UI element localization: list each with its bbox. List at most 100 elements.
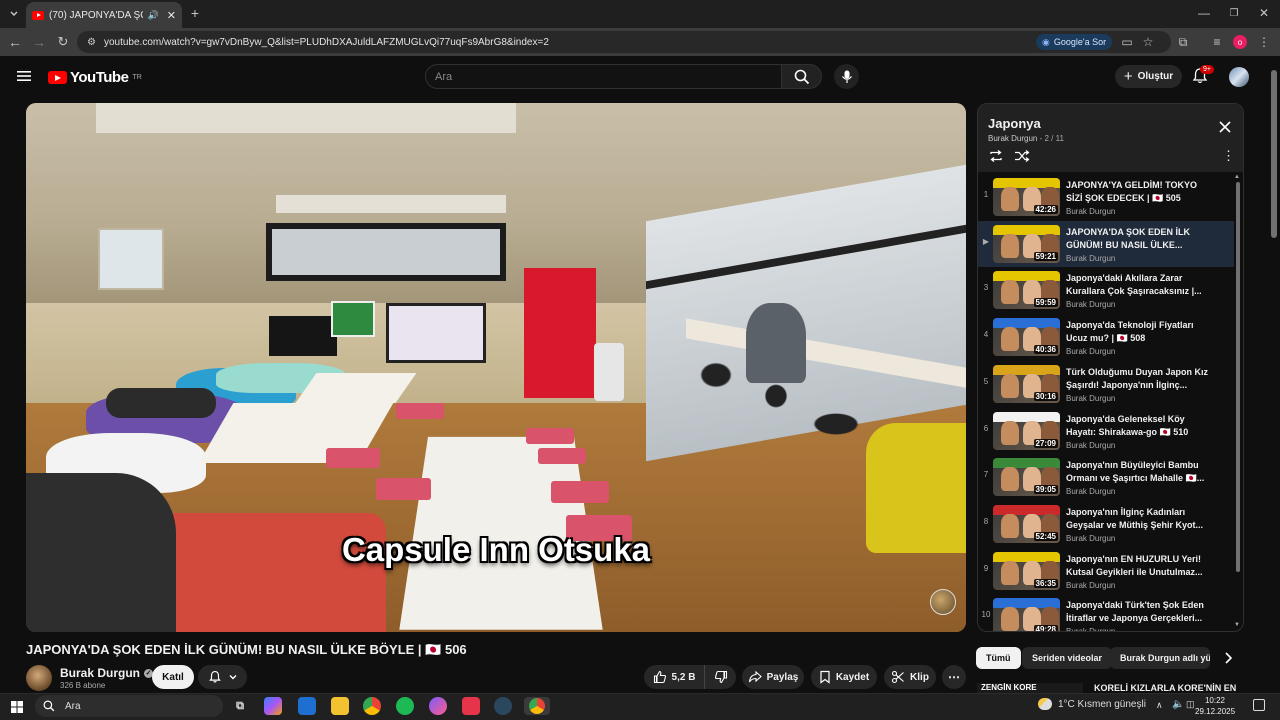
messenger-icon[interactable] [429, 697, 447, 715]
extensions-icon[interactable]: ⧉ [1176, 35, 1190, 49]
close-window-icon[interactable]: ✕ [1256, 6, 1272, 20]
playlist-more-icon[interactable]: ⋮ [1222, 149, 1235, 164]
page-scrollbar-thumb[interactable] [1271, 70, 1277, 238]
channel-avatar[interactable] [26, 665, 52, 691]
join-button[interactable]: Katıl [152, 665, 194, 689]
guide-menu-icon[interactable] [16, 69, 32, 83]
close-tab-icon[interactable]: ✕ [167, 9, 176, 22]
loop-playlist-icon[interactable] [988, 149, 1004, 163]
copilot-icon[interactable] [264, 697, 282, 715]
playlist-title[interactable]: Japonya [988, 116, 1041, 131]
dislike-button[interactable] [704, 665, 736, 689]
channel-name-link[interactable]: Burak Durgun ✓ [60, 666, 154, 680]
tab-list-icon[interactable] [6, 6, 22, 22]
subscription-notifications-button[interactable] [198, 665, 247, 689]
bookmark-icon [820, 670, 830, 684]
tray-overflow-icon[interactable]: ∧ [1156, 700, 1163, 711]
create-button[interactable]: + Oluştur [1115, 65, 1182, 88]
youtube-wordmark: YouTube [70, 69, 129, 86]
network-icon[interactable]: ◫ [1186, 699, 1195, 710]
browser-tab-strip: (70) JAPONYA'DA ŞOK EDEN İLK GÜNÜM! BU N… [0, 0, 1280, 28]
youtube-logo[interactable]: YouTube TR [48, 69, 142, 86]
playlist-scroll-down-icon[interactable]: ▼ [1234, 622, 1240, 628]
browser-tab-active[interactable]: (70) JAPONYA'DA ŞOK EDEN İLK GÜNÜM! BU N… [26, 2, 182, 28]
video-duration-badge: 59:59 [1033, 298, 1058, 308]
video-duration-badge: 36:35 [1033, 578, 1058, 588]
volume-icon[interactable]: 🔈 [1172, 699, 1184, 710]
playlist-item[interactable]: 3 59:59 Japonya'daki Akıllara Zarar Kurall… [978, 267, 1234, 313]
playlist-item-title: Japonya'da Teknoloji Fiyatları Ucuz mu? … [1066, 320, 1194, 344]
chip-series-videos[interactable]: Seriden videolar [1022, 647, 1113, 669]
site-info-icon[interactable]: ⚙ [87, 37, 96, 48]
forward-icon[interactable]: → [31, 34, 47, 50]
playlist-item[interactable]: 9 36:35 Japonya'nın EN HUZURLU Yeri! Kutsa… [978, 548, 1234, 594]
playlist-scroll-up-icon[interactable]: ▲ [1234, 174, 1240, 180]
chip-by-channel[interactable]: Burak Durgun adlı yük [1110, 647, 1210, 669]
playlist-item[interactable]: 5 30:16 Türk Olduğumu Duyan Japon Kız Şaşı… [978, 361, 1234, 407]
back-icon[interactable]: ← [7, 34, 23, 50]
steam-like-icon[interactable] [494, 697, 512, 715]
minimize-window-icon[interactable]: — [1196, 6, 1212, 20]
more-actions-button[interactable]: ⋯ [942, 665, 966, 689]
share-button[interactable]: Paylaş [742, 665, 804, 689]
tab-title: (70) JAPONYA'DA ŞOK EDEN İLK GÜNÜM! BU N… [49, 9, 143, 21]
video-duration-badge: 40:36 [1033, 345, 1058, 355]
new-tab-icon[interactable]: + [188, 5, 202, 21]
address-bar[interactable]: ⚙ youtube.com/watch?v=gw7vDnByw_Q&list=P… [77, 31, 1171, 53]
windows-start-icon[interactable] [11, 700, 23, 713]
spotify-icon[interactable] [396, 697, 414, 715]
account-avatar[interactable] [1229, 67, 1249, 87]
playlist-item[interactable]: 10 49:28 Japonya'daki Türk'ten Şok Eden İt… [978, 594, 1234, 631]
search-input[interactable] [435, 70, 781, 83]
video-duration-badge: 49:28 [1033, 625, 1058, 631]
playlist-item[interactable]: 4 40:36 Japonya'da Teknoloji Fiyatları Ucu… [978, 314, 1234, 360]
playlist-item[interactable]: 7 39:05 Japonya'nın Büyüleyici Bambu Orman… [978, 454, 1234, 500]
reload-icon[interactable]: ↻ [55, 34, 71, 50]
taskbar-clock[interactable]: 10:22 29.12.2025 [1195, 695, 1235, 717]
search-button[interactable] [781, 64, 822, 89]
youtube-favicon-icon [32, 10, 44, 20]
playlist-owner[interactable]: Burak Durgun [988, 134, 1037, 143]
like-button[interactable]: 5,2 B [644, 665, 704, 689]
address-url: youtube.com/watch?v=gw7vDnByw_Q&list=PLU… [103, 36, 549, 48]
notifications-center-icon[interactable] [1253, 699, 1265, 711]
share-label: Paylaş [766, 671, 799, 683]
store-icon[interactable] [298, 697, 316, 715]
ask-google-button[interactable]: ◉ Google'a Sor [1036, 34, 1113, 50]
chip-all[interactable]: Tümü [976, 647, 1021, 669]
browser-menu-icon[interactable]: ⋮ [1258, 35, 1270, 49]
thumbnail-person [1001, 607, 1019, 631]
notifications-button[interactable]: 9+ [1191, 65, 1214, 87]
search-icon [43, 700, 55, 712]
chrome-icon[interactable] [363, 697, 381, 715]
video-player[interactable]: Capsule Inn Otsuka [26, 103, 966, 632]
thumbs-up-icon [653, 670, 666, 684]
task-view-icon[interactable]: ⧉ [231, 697, 249, 715]
bookmark-star-icon[interactable]: ☆ [1141, 35, 1155, 49]
playlist-item[interactable]: 1 42:26 JAPONYA'YA GELDİM! TOKYO SİZİ ŞOK … [978, 174, 1234, 220]
channel-watermark[interactable] [930, 589, 956, 615]
shuffle-playlist-icon[interactable] [1014, 149, 1030, 163]
thumbnail-person [1001, 327, 1019, 352]
share-icon [748, 670, 762, 683]
playlist-scrollbar-thumb[interactable] [1236, 182, 1240, 572]
taskbar-search[interactable]: Ara [35, 695, 223, 717]
recommended-video[interactable]: ZENGİN KORE KORELİ KIZLARLA KORE'NİN EN [977, 683, 1244, 693]
pocket-icon[interactable] [462, 697, 480, 715]
voice-search-button[interactable] [834, 64, 859, 89]
chrome-active-icon[interactable] [524, 697, 550, 715]
playlist-item[interactable]: 6 27:09 Japonya'da Geleneksel Köy Hayatı: … [978, 408, 1234, 454]
file-explorer-icon[interactable] [331, 697, 349, 715]
chips-next-icon[interactable] [1220, 650, 1236, 666]
close-playlist-icon[interactable] [1218, 120, 1232, 134]
playlist-item[interactable]: ▶ 59:21 JAPONYA'DA ŞOK EDEN İLK GÜNÜM! BU … [978, 220, 1234, 267]
restore-window-icon[interactable]: ❐ [1226, 6, 1242, 20]
audio-playing-icon[interactable]: 🔊 [148, 10, 159, 21]
save-button[interactable]: Kaydet [811, 665, 877, 689]
browser-profile-avatar[interactable]: o [1233, 35, 1247, 49]
weather-widget[interactable]: 1°C Kısmen güneşli [1038, 698, 1146, 710]
media-controls-icon[interactable]: ≡ [1210, 35, 1224, 49]
cast-icon[interactable]: ▭ [1120, 35, 1134, 49]
playlist-item[interactable]: 8 52:45 Japonya'nın İlginç Kadınları Geyşa… [978, 501, 1234, 547]
clip-button[interactable]: Klip [884, 665, 936, 689]
